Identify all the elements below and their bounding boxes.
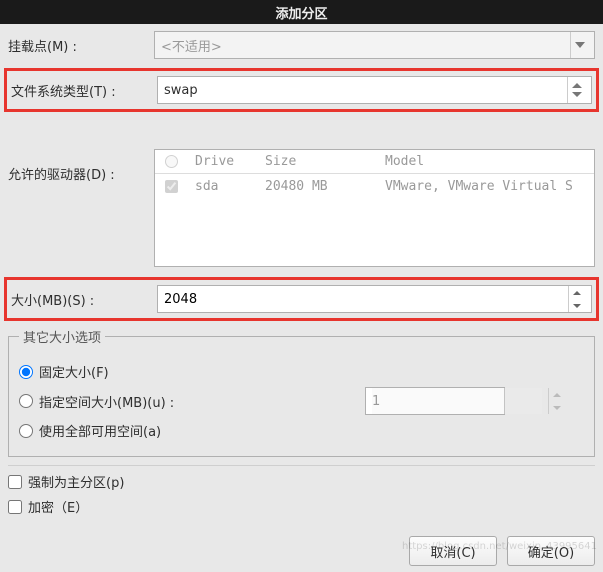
- check-encrypt[interactable]: 加密（E）: [8, 497, 595, 516]
- cancel-button-label: 取消(C): [430, 542, 475, 561]
- mount-point-combo[interactable]: <不适用>: [154, 31, 595, 59]
- dialog-titlebar: 添加分区: [0, 0, 603, 24]
- check-primary-input[interactable]: [8, 475, 22, 489]
- check-encrypt-input[interactable]: [8, 500, 22, 514]
- drives-header-size[interactable]: Size: [257, 154, 377, 169]
- spin-down-icon[interactable]: [569, 299, 585, 312]
- dialog-content: 挂载点(M) : <不适用> 文件系统类型(T) : swap: [0, 24, 603, 526]
- drive-row[interactable]: sda 20480 MB VMware, VMware Virtual S: [155, 174, 594, 198]
- chevron-down-icon: [570, 32, 588, 58]
- drives-header: Drive Size Model: [155, 150, 594, 174]
- drive-row-name: sda: [187, 179, 257, 194]
- check-encrypt-label: 加密（E）: [28, 497, 88, 516]
- radio-fill-up[interactable]: 指定空间大小(MB)(u) :: [19, 387, 584, 415]
- size-options-legend: 其它大小选项: [19, 327, 105, 346]
- drive-row-size: 20480 MB: [257, 179, 377, 194]
- spin-up-icon[interactable]: [569, 286, 585, 299]
- radio-all-space-label: 使用全部可用空间(a): [39, 421, 161, 440]
- separator: [8, 465, 595, 466]
- ok-button-label: 确定(O): [528, 542, 574, 561]
- radio-fill-up-label: 指定空间大小(MB)(u) :: [39, 392, 239, 411]
- radio-fixed-size[interactable]: 固定大小(F): [19, 362, 584, 381]
- fstype-value: swap: [164, 83, 198, 98]
- fill-up-spin: [365, 387, 505, 415]
- size-highlight: 大小(MB)(S) :: [4, 277, 599, 321]
- cancel-button[interactable]: 取消(C): [409, 536, 497, 566]
- fstype-row: 文件系统类型(T) : swap: [11, 75, 592, 105]
- size-row: 大小(MB)(S) :: [11, 284, 592, 314]
- mount-point-row: 挂载点(M) : <不适用>: [8, 30, 595, 60]
- mount-point-label: 挂载点(M) :: [8, 36, 154, 55]
- spin-up-icon: [549, 388, 565, 401]
- fstype-highlight: 文件系统类型(T) : swap: [4, 68, 599, 112]
- drives-label: 允许的驱动器(D) :: [8, 118, 154, 183]
- drives-list[interactable]: Drive Size Model sda 20480 MB VMware, VM…: [154, 149, 595, 267]
- size-label: 大小(MB)(S) :: [11, 290, 157, 309]
- size-options-group: 其它大小选项 固定大小(F) 指定空间大小(MB)(u) : 使用全部可用空间(…: [8, 327, 595, 457]
- radio-fixed-size-label: 固定大小(F): [39, 362, 109, 381]
- radio-all-space[interactable]: 使用全部可用空间(a): [19, 421, 584, 440]
- check-primary[interactable]: 强制为主分区(p): [8, 472, 595, 491]
- mount-point-value: <不适用>: [161, 36, 222, 55]
- drive-row-model: VMware, VMware Virtual S: [377, 179, 594, 194]
- fstype-label: 文件系统类型(T) :: [11, 81, 157, 100]
- fstype-combo[interactable]: swap: [157, 76, 592, 104]
- updown-icon: [567, 77, 585, 103]
- size-spin[interactable]: [157, 285, 592, 313]
- radio-fixed-size-input[interactable]: [19, 365, 33, 379]
- fill-up-input: [372, 388, 542, 414]
- drives-header-drive[interactable]: Drive: [187, 154, 257, 169]
- ok-button[interactable]: 确定(O): [507, 536, 595, 566]
- drive-row-checkbox[interactable]: [165, 180, 178, 193]
- header-radio-icon: [165, 155, 178, 168]
- dialog-title: 添加分区: [275, 3, 327, 22]
- check-primary-label: 强制为主分区(p): [28, 472, 124, 491]
- drives-header-model[interactable]: Model: [377, 154, 594, 169]
- drives-header-check[interactable]: [155, 155, 187, 168]
- spin-down-icon: [549, 401, 565, 414]
- radio-all-space-input[interactable]: [19, 424, 33, 438]
- size-input[interactable]: [164, 286, 562, 312]
- button-bar: 取消(C) 确定(O): [0, 526, 603, 572]
- radio-fill-up-input[interactable]: [19, 394, 33, 408]
